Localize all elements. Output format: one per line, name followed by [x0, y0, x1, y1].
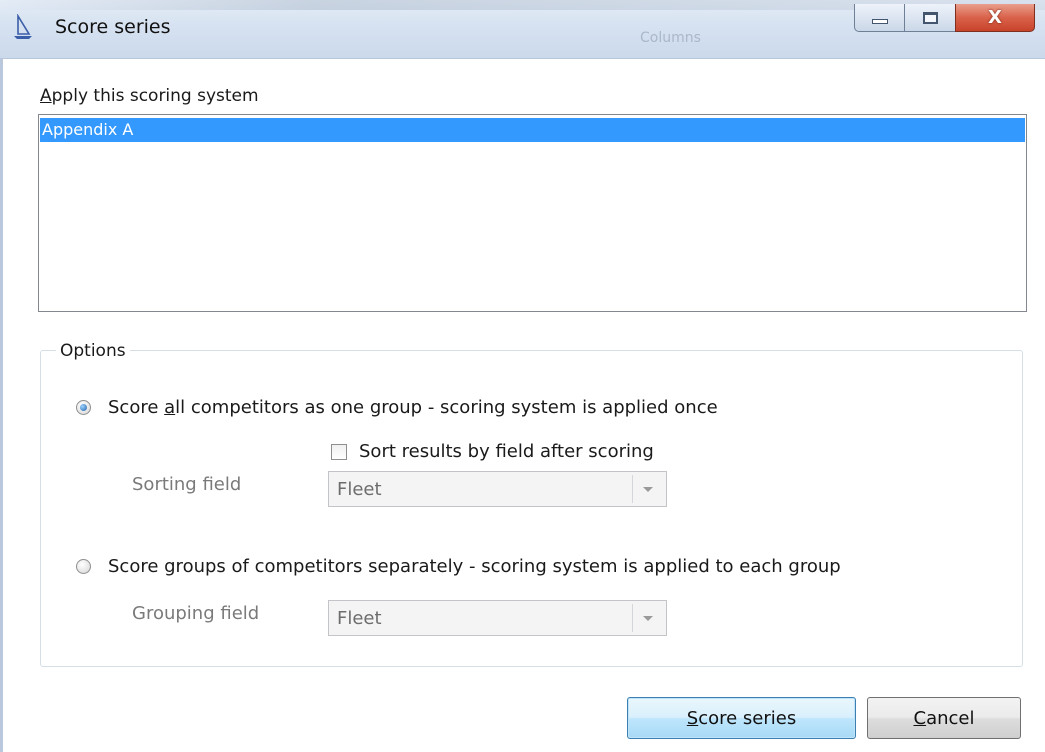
window-frame-left	[0, 58, 3, 752]
dropdown-triangle	[643, 486, 653, 492]
window-title: Score series	[55, 16, 171, 38]
cancel-button[interactable]: Cancel	[867, 697, 1021, 739]
sorting-field-select[interactable]: Fleet	[328, 471, 667, 507]
label-text: pply this scoring system	[51, 86, 259, 106]
sort-results-checkbox[interactable]	[331, 443, 347, 460]
grouping-field-label: Grouping field	[132, 603, 260, 624]
accelerator-letter: S	[686, 707, 699, 729]
dropdown-triangle	[643, 615, 653, 621]
button-label: ancel	[926, 707, 975, 729]
label-text: ll competitors as one group - scoring sy…	[175, 397, 718, 418]
title-bar[interactable]: Score series Columns X	[0, 0, 1045, 59]
grouping-field-value: Fleet	[337, 607, 382, 629]
radio-score-groups[interactable]	[76, 559, 91, 574]
radio-checked-dot	[80, 404, 87, 411]
accelerator-letter: A	[40, 86, 52, 106]
list-item[interactable]: Appendix A	[40, 118, 1025, 142]
accelerator-letter: a	[164, 397, 176, 418]
label-text: Score	[108, 397, 165, 418]
radio-score-groups-row[interactable]: Score groups of competitors separately -…	[76, 556, 841, 577]
accelerator-letter: C	[913, 707, 927, 729]
chevron-down-icon[interactable]	[632, 475, 663, 503]
minimize-icon	[871, 19, 888, 24]
grouping-field-select[interactable]: Fleet	[328, 600, 667, 636]
sorting-field-label: Sorting field	[132, 474, 242, 495]
sort-results-label[interactable]: Sort results by field after scoring	[359, 441, 654, 462]
scoring-system-list[interactable]: Appendix A	[38, 114, 1027, 312]
chevron-down-icon[interactable]	[632, 604, 663, 632]
maximize-button[interactable]	[904, 4, 956, 32]
radio-score-groups-label[interactable]: Score groups of competitors separately -…	[108, 556, 841, 577]
score-series-button[interactable]: Score series	[627, 697, 856, 739]
close-icon: X	[988, 7, 1002, 28]
sailboat-icon	[14, 14, 32, 39]
close-button[interactable]: X	[955, 4, 1035, 32]
radio-score-all[interactable]	[76, 400, 91, 415]
button-label: core series	[698, 707, 797, 729]
scoring-system-label: Apply this scoring system	[40, 86, 259, 106]
minimize-button[interactable]	[854, 4, 905, 32]
maximize-icon	[922, 11, 938, 24]
background-ghost-text: Columns	[640, 30, 701, 46]
radio-score-all-label[interactable]: Score all competitors as one group - sco…	[108, 397, 718, 418]
sort-results-row[interactable]: Sort results by field after scoring	[331, 441, 654, 462]
options-group-label: Options	[56, 341, 130, 361]
sorting-field-value: Fleet	[337, 478, 382, 500]
radio-score-all-row[interactable]: Score all competitors as one group - sco…	[76, 397, 718, 418]
